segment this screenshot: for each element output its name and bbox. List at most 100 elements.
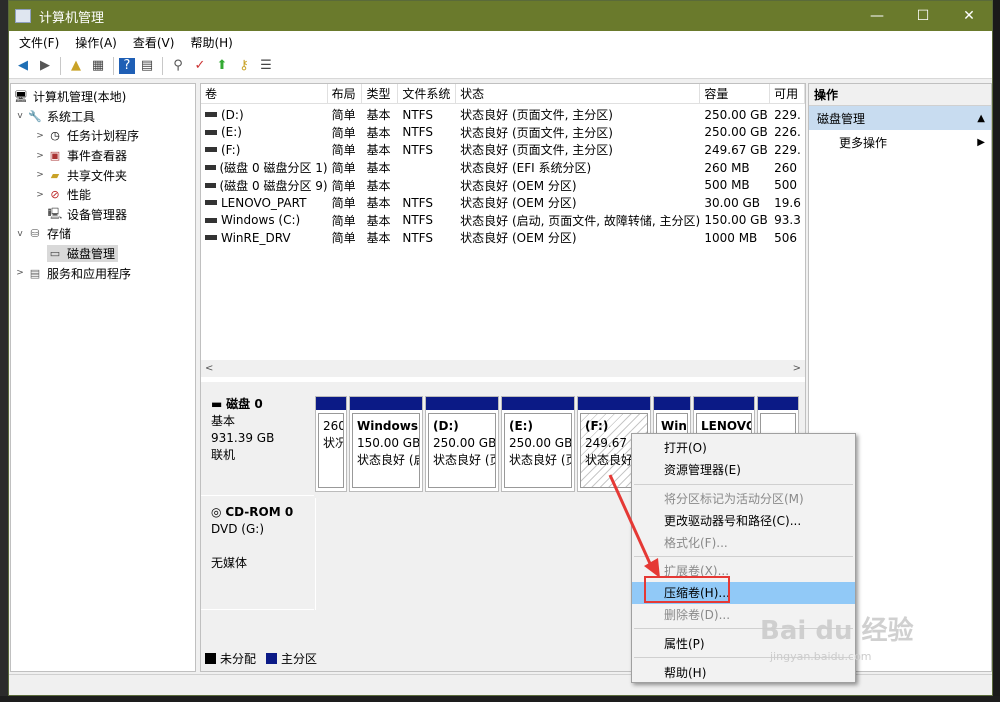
tree-item-device-manager[interactable]: 🖳 设备管理器 bbox=[11, 205, 195, 225]
table-cell: NTFS bbox=[402, 125, 433, 140]
chevron-right-icon[interactable]: > bbox=[33, 131, 47, 141]
help-icon[interactable]: ? bbox=[119, 57, 135, 74]
col-type[interactable]: 类型 bbox=[362, 84, 399, 103]
table-row[interactable]: (D:) 简单 基本 NTFS 状态良好 (页面文件, 主分区) 250.00 GB 229… bbox=[201, 106, 805, 124]
scroll-right-icon[interactable]: > bbox=[793, 363, 801, 374]
table-row[interactable]: WinRE_DRV 简单 基本 NTFS 状态良好 (OEM 分区) 1000 MB 506 bbox=[201, 229, 805, 247]
volume-name: (E:) bbox=[221, 125, 242, 140]
connect-icon[interactable]: ⚲ bbox=[168, 56, 188, 76]
tree-item-shared-folders[interactable]: > ▰ 共享文件夹 bbox=[11, 165, 195, 185]
table-cell: 简单 bbox=[331, 125, 356, 140]
disk0-info[interactable]: ▬ 磁盘 0 基本 931.39 GB 联机 bbox=[201, 390, 314, 496]
shared-folder-icon: ▰ bbox=[50, 168, 60, 182]
menu-open[interactable]: 打开(O) bbox=[632, 437, 855, 459]
more-actions[interactable]: 更多操作 ▶ bbox=[809, 130, 991, 154]
up-folder-icon[interactable]: ▲ bbox=[66, 56, 86, 76]
volume-icon bbox=[205, 165, 216, 171]
title-bar[interactable]: 计算机管理 — ☐ ✕ bbox=[9, 1, 992, 31]
volume-icon bbox=[205, 200, 217, 206]
check-icon[interactable]: ✓ bbox=[190, 56, 210, 76]
menu-action[interactable]: 操作(A) bbox=[67, 34, 125, 51]
partition-efi[interactable]: 260状况 bbox=[315, 396, 347, 492]
col-free[interactable]: 可用 bbox=[770, 84, 805, 103]
volume-name: (D:) bbox=[221, 107, 244, 122]
table-cell: 500 bbox=[774, 178, 798, 193]
tree-item-computer-management[interactable]: 🖥 计算机管理(本地) bbox=[11, 87, 195, 107]
table-cell: 260 MB bbox=[704, 160, 750, 175]
partition-d[interactable]: (D:) 250.00 GB 状态良好 (页 bbox=[425, 396, 499, 492]
table-row[interactable]: (磁盘 0 磁盘分区 1) 简单 基本 状态良好 (EFI 系统分区) 260 MB 26… bbox=[201, 159, 805, 177]
partition-windows-c[interactable]: Windows 150.00 GB 状态良好 (启 bbox=[349, 396, 423, 492]
volume-icon bbox=[205, 129, 217, 135]
horizontal-scrollbar[interactable]: < > bbox=[201, 360, 805, 377]
partition-e[interactable]: (E:) 250.00 GB 状态良好 (页 bbox=[501, 396, 575, 492]
table-row[interactable]: (F:) 简单 基本 NTFS 状态良好 (页面文件, 主分区) 249.67 GB 229… bbox=[201, 141, 805, 159]
computer-icon: 🖥 bbox=[14, 90, 28, 104]
chevron-right-icon[interactable]: > bbox=[33, 190, 47, 200]
window-title: 计算机管理 bbox=[39, 10, 105, 26]
col-status[interactable]: 状态 bbox=[456, 84, 701, 103]
tree-item-system-tools[interactable]: v 🔧 系统工具 bbox=[11, 107, 195, 127]
forward-icon[interactable]: ▶ bbox=[35, 56, 55, 76]
table-cell: NTFS bbox=[402, 142, 433, 157]
tree-item-disk-management[interactable]: ▭ 磁盘管理 bbox=[11, 244, 195, 264]
col-layout[interactable]: 布局 bbox=[328, 84, 363, 103]
cdrom-icon: ◎ bbox=[211, 505, 222, 519]
tree-item-performance[interactable]: > ⊘ 性能 bbox=[11, 185, 195, 205]
table-cell: 150.00 GB bbox=[704, 213, 768, 228]
chevron-down-icon[interactable]: v bbox=[13, 111, 27, 121]
col-volume[interactable]: 卷 bbox=[201, 84, 328, 103]
taskbar bbox=[0, 696, 1000, 702]
table-row[interactable]: LENOVO_PART 简单 基本 NTFS 状态良好 (OEM 分区) 30.00 GB… bbox=[201, 194, 805, 212]
storage-icon: ⛁ bbox=[30, 227, 40, 241]
table-cell: 1000 MB bbox=[704, 230, 758, 245]
back-icon[interactable]: ◀ bbox=[13, 56, 33, 76]
table-cell: 状态良好 (OEM 分区) bbox=[460, 196, 577, 211]
chevron-right-icon[interactable]: > bbox=[33, 170, 47, 180]
table-cell: 基本 bbox=[366, 161, 391, 176]
chevron-right-icon[interactable]: > bbox=[13, 268, 27, 278]
table-row[interactable]: (磁盘 0 磁盘分区 9) 简单 基本 状态良好 (OEM 分区) 500 MB 500 bbox=[201, 176, 805, 194]
cdrom0-info[interactable]: ◎ CD-ROM 0 DVD (G:) 无媒体 bbox=[201, 498, 314, 610]
event-viewer-icon: ▣ bbox=[49, 149, 61, 163]
chevron-right-icon[interactable]: > bbox=[33, 151, 47, 161]
tree-item-services-applications[interactable]: > ▤ 服务和应用程序 bbox=[11, 263, 195, 283]
col-filesystem[interactable]: 文件系统 bbox=[398, 84, 457, 103]
actions-group-disk-management[interactable]: 磁盘管理 ▲ bbox=[809, 106, 991, 130]
tree-item-event-viewer[interactable]: > ▣ 事件查看器 bbox=[11, 146, 195, 166]
tree-item-storage[interactable]: v ⛁ 存储 bbox=[11, 224, 195, 244]
chevron-down-icon[interactable]: v bbox=[13, 229, 27, 239]
watermark-url: jingyan.baidu.com bbox=[770, 650, 872, 663]
menu-view[interactable]: 查看(V) bbox=[125, 34, 183, 51]
disk-management-icon: ▭ bbox=[49, 247, 61, 261]
collapse-icon[interactable]: ▲ bbox=[977, 113, 985, 124]
show-hide-tree-icon[interactable]: ▦ bbox=[88, 56, 108, 76]
search-icon[interactable]: ⚷ bbox=[234, 56, 254, 76]
menu-file[interactable]: 文件(F) bbox=[11, 34, 67, 51]
device-manager-icon: 🖳 bbox=[47, 206, 63, 220]
desktop-edge bbox=[0, 0, 8, 702]
table-cell: 249.67 GB bbox=[704, 142, 768, 157]
tree-item-task-scheduler[interactable]: > ◷ 任务计划程序 bbox=[11, 126, 195, 146]
list-view-icon[interactable]: ☰ bbox=[256, 56, 276, 76]
import-icon[interactable]: ⬆ bbox=[212, 56, 232, 76]
menu-bar: 文件(F) 操作(A) 查看(V) 帮助(H) bbox=[9, 31, 992, 53]
menu-help[interactable]: 帮助(H) bbox=[632, 661, 855, 683]
minimize-button[interactable]: — bbox=[854, 1, 900, 31]
table-cell: 500 MB bbox=[704, 178, 750, 193]
close-button[interactable]: ✕ bbox=[946, 1, 992, 31]
table-cell: 250.00 GB bbox=[704, 107, 768, 122]
table-cell: 基本 bbox=[366, 213, 391, 228]
tools-icon: 🔧 bbox=[28, 109, 42, 123]
table-row[interactable]: Windows (C:) 简单 基本 NTFS 状态良好 (启动, 页面文件, 故障转储… bbox=[201, 212, 805, 230]
volume-icon bbox=[205, 112, 217, 118]
scroll-left-icon[interactable]: < bbox=[205, 363, 213, 374]
toolbar: ◀ ▶ ▲ ▦ ? ▤ ⚲ ✓ ⬆ ⚷ ☰ bbox=[9, 53, 992, 79]
maximize-button[interactable]: ☐ bbox=[900, 1, 946, 31]
menu-help[interactable]: 帮助(H) bbox=[182, 34, 240, 51]
col-capacity[interactable]: 容量 bbox=[700, 84, 771, 103]
properties-icon[interactable]: ▤ bbox=[137, 56, 157, 76]
volume-name: (磁盘 0 磁盘分区 9) bbox=[219, 178, 328, 193]
table-cell: 基本 bbox=[366, 178, 391, 193]
table-row[interactable]: (E:) 简单 基本 NTFS 状态良好 (页面文件, 主分区) 250.00 GB 226… bbox=[201, 124, 805, 142]
